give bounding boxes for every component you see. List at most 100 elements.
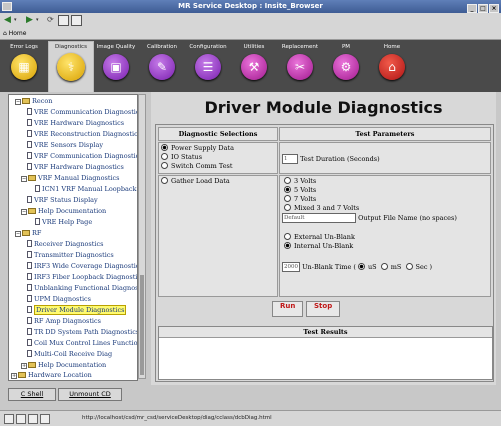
radio-icon[interactable] bbox=[161, 177, 168, 184]
tree-item[interactable]: ICN1 VRF Manual Loopback bbox=[35, 184, 136, 194]
tree-item[interactable]: Unblanking Functional Diagnostics bbox=[27, 283, 137, 293]
tab-error-logs[interactable]: Error Logs ▦ bbox=[2, 42, 46, 90]
selection-power-supply[interactable]: Power Supply Data bbox=[161, 144, 234, 153]
radio-icon[interactable] bbox=[284, 195, 291, 202]
main-content: Driver Module Diagnostics Diagnostic Sel… bbox=[151, 92, 496, 385]
tree-folder-vrf-manual[interactable]: − VRF Manual Diagnostics bbox=[21, 173, 120, 183]
unmount-cd-button[interactable]: Unmount CD bbox=[58, 388, 122, 401]
expand-icon[interactable]: + bbox=[11, 373, 17, 379]
tree-item[interactable]: VRE Help Page bbox=[35, 217, 92, 227]
tab-label: Home bbox=[383, 44, 401, 50]
folder-icon bbox=[22, 98, 30, 104]
window-menu-button[interactable] bbox=[2, 2, 12, 11]
test-duration-input[interactable]: 1 bbox=[282, 154, 298, 164]
output-file-input[interactable]: Default bbox=[282, 213, 356, 223]
tree-folder-rf-help[interactable]: + Help Documentation bbox=[21, 360, 106, 370]
radio-selected-icon[interactable] bbox=[284, 186, 291, 193]
tree-item[interactable]: VRF Hardware Diagnostics bbox=[27, 162, 124, 172]
home-bookmark[interactable]: ⌂ Home bbox=[3, 28, 26, 39]
folder-icon bbox=[18, 372, 26, 378]
back-arrow-icon[interactable]: ◀ bbox=[4, 14, 11, 26]
tab-calibration[interactable]: Calibration ✎ bbox=[140, 42, 184, 90]
tree-item[interactable]: VRE Sensors Display bbox=[27, 140, 103, 150]
tab-image-quality[interactable]: Image Quality ▣ bbox=[94, 42, 138, 90]
radio-icon[interactable] bbox=[284, 177, 291, 184]
tab-home[interactable]: Home ⌂ bbox=[370, 42, 414, 90]
tree-item[interactable]: IRF3 Fiber Loopback Diagnostics bbox=[27, 272, 137, 282]
tree-label: Hardware Location bbox=[28, 371, 92, 379]
tree-item[interactable]: VRF Status Display bbox=[27, 195, 98, 205]
tree-folder-recon[interactable]: − Recon bbox=[15, 96, 52, 106]
document-icon bbox=[27, 152, 32, 159]
configuration-icon: ☰ bbox=[195, 54, 221, 80]
tab-pm[interactable]: PM ⚙ bbox=[324, 42, 368, 90]
print-icon[interactable] bbox=[71, 15, 82, 26]
tree-item[interactable]: UPM Diagnostics bbox=[27, 294, 91, 304]
tab-replacement[interactable]: Replacement ✂ bbox=[278, 42, 322, 90]
duration-cell: 1 Test Duration (Seconds) bbox=[279, 142, 491, 174]
radio-icon[interactable] bbox=[284, 204, 291, 211]
diagnostics-tree: − Recon VRE Communication Diagnostics VRE… bbox=[8, 94, 138, 381]
tree-item[interactable]: TR DD System Path Diagnostics bbox=[27, 327, 137, 337]
maximize-button[interactable]: □ bbox=[478, 4, 488, 13]
unblank-option[interactable]: External Un-Blank bbox=[284, 233, 355, 242]
tree-scrollbar[interactable] bbox=[138, 94, 146, 379]
run-button[interactable]: Run bbox=[272, 301, 304, 317]
collapse-icon[interactable]: − bbox=[21, 209, 27, 215]
unblank-option[interactable]: Internal Un-Blank bbox=[284, 242, 353, 251]
radio-selected-icon[interactable] bbox=[284, 242, 291, 249]
network-icon bbox=[16, 414, 26, 424]
minimize-button[interactable]: _ bbox=[467, 4, 477, 13]
radio-icon[interactable] bbox=[405, 263, 413, 270]
radio-icon[interactable] bbox=[161, 162, 168, 169]
document-icon bbox=[27, 284, 32, 291]
tree-item[interactable]: VRE Hardware Diagnostics bbox=[27, 118, 124, 128]
folder-icon bbox=[28, 208, 36, 214]
tab-label: Error Logs bbox=[10, 44, 38, 50]
radio-icon[interactable] bbox=[380, 263, 388, 270]
radio-icon[interactable] bbox=[161, 153, 168, 160]
tree-item[interactable]: Receiver Diagnostics bbox=[27, 239, 103, 249]
stop-button[interactable]: Stop bbox=[306, 301, 341, 317]
volts-option[interactable]: 7 Volts bbox=[284, 195, 316, 204]
collapse-icon[interactable]: − bbox=[15, 99, 21, 105]
tab-configuration[interactable]: Configuration ☰ bbox=[186, 42, 230, 90]
tree-item[interactable]: VRF Communication Diagnostics bbox=[27, 151, 137, 161]
volts-option[interactable]: Mixed 3 and 7 Volts bbox=[284, 204, 359, 213]
close-button[interactable]: × bbox=[489, 4, 499, 13]
tree-item-selected[interactable]: Driver Module Diagnostics bbox=[27, 305, 127, 315]
back-dropdown-icon[interactable]: ▾ bbox=[14, 14, 17, 26]
tree-item[interactable]: RF Amp Diagnostics bbox=[27, 316, 101, 326]
c-shell-button[interactable]: C Shell bbox=[8, 388, 56, 401]
collapse-icon[interactable]: − bbox=[15, 231, 21, 237]
volts-option[interactable]: 3 Volts bbox=[284, 177, 316, 186]
forward-dropdown-icon[interactable]: ▾ bbox=[36, 14, 39, 26]
selection-io-status[interactable]: IO Status bbox=[161, 153, 202, 162]
tree-item[interactable]: Transmitter Diagnostics bbox=[27, 250, 114, 260]
selection-switch-comm[interactable]: Switch Comm Test bbox=[161, 162, 233, 171]
radio-selected-icon[interactable] bbox=[357, 263, 365, 270]
expand-icon[interactable]: + bbox=[21, 363, 27, 369]
tree-item[interactable]: Coil Mux Control Lines Functional bbox=[27, 338, 137, 348]
volts-option[interactable]: 5 Volts bbox=[284, 186, 316, 195]
reload-icon[interactable]: ⟳ bbox=[47, 14, 54, 26]
tree-item[interactable]: Multi-Coil Receive Diag bbox=[27, 349, 112, 359]
selection-gather-load[interactable]: Gather Load Data bbox=[161, 177, 230, 186]
tab-diagnostics[interactable]: Diagnostics ⚕ bbox=[48, 41, 94, 94]
tree-item[interactable]: VRE Communication Diagnostics bbox=[27, 107, 137, 117]
tree-label: RF bbox=[32, 229, 42, 237]
forward-arrow-icon[interactable]: ▶ bbox=[26, 14, 33, 26]
tree-item[interactable]: IRF3 Wide Coverage Diagnostics bbox=[27, 261, 137, 271]
tree-item[interactable]: VRE Reconstruction Diagnostics bbox=[27, 129, 137, 139]
unblank-time-input[interactable]: 2000 bbox=[282, 262, 300, 272]
stop-icon[interactable] bbox=[58, 15, 69, 26]
scrollbar-thumb[interactable] bbox=[140, 275, 144, 375]
tree-folder-hardware-location[interactable]: + Hardware Location bbox=[11, 370, 92, 380]
tree-folder-rf[interactable]: − RF bbox=[15, 228, 41, 238]
tab-utilities[interactable]: Utilities ⚒ bbox=[232, 42, 276, 90]
tree-folder-help[interactable]: − Help Documentation bbox=[21, 206, 106, 216]
radio-icon[interactable] bbox=[284, 233, 291, 240]
radio-selected-icon[interactable] bbox=[161, 144, 168, 151]
collapse-icon[interactable]: − bbox=[21, 176, 27, 182]
home-bookmark-label: Home bbox=[8, 30, 27, 37]
